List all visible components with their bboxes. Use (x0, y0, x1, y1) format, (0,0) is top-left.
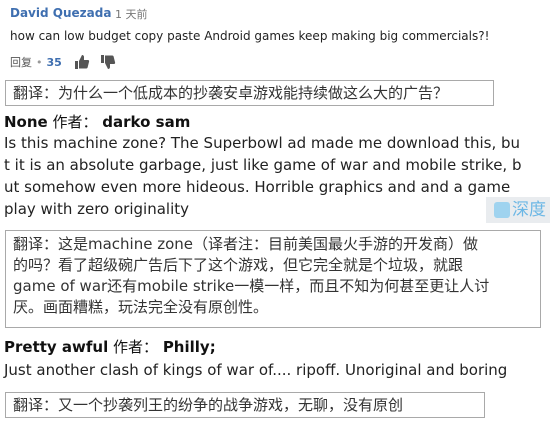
translation-2-line: 的吗？看了超级碗广告后下了这个游戏，但它完全就是个垃圾，就跟 (13, 256, 464, 274)
translation-text-3: 翻译：又一个抄袭列王的纷争的战争游戏，无聊，没有原创 (13, 396, 404, 414)
comment-2-line: ut somehow even more hideous. Horrible g… (4, 178, 511, 196)
translation-box-2: 翻译：这是machine zone（译者注：目前美国最火手游的开发商）做 的吗？… (5, 230, 541, 328)
comment-3-username: Pretty awful (4, 338, 109, 356)
comment-3-body: Just another clash of kings of war of...… (4, 361, 508, 379)
translation-box-3: 翻译：又一个抄袭列王的纷争的战争游戏，无聊，没有原创 (5, 392, 485, 418)
watermark-text: 深度 (512, 200, 546, 220)
watermark-logo-icon (494, 202, 510, 218)
comment-2-line: play with zero originality (4, 200, 189, 218)
translation-2-line: 翻译：这是machine zone（译者注：目前美国最火手游的开发商）做 (13, 235, 479, 253)
comment-time: 1 天前 (115, 8, 148, 21)
comment-2-line: t it is an absolute garbage, just like g… (4, 156, 522, 174)
comment-2-author: darko sam (102, 113, 191, 131)
translation-2-line: game of war还有mobile strike一模一样，而且不知为何甚至更… (13, 277, 490, 295)
comment-3-header: Pretty awful 作者： Philly; (4, 336, 216, 357)
comment-2-header: None 作者： darko sam (4, 111, 190, 132)
thumbs-down-icon[interactable] (100, 54, 116, 70)
comment-2-line: Is this machine zone? The Superbowl ad m… (4, 134, 521, 152)
separator-dot: • (36, 55, 43, 69)
youtube-comment: David Quezada 1 天前 how can low budget co… (0, 0, 550, 78)
comment-3-author-label: 作者： (113, 338, 159, 356)
comment-text: how can low budget copy paste Android ga… (10, 29, 490, 43)
translation-box-1: 翻译：为什么一个低成本的抄袭安卓游戏能持续做这么大的广告？ (5, 80, 494, 106)
comment-2-username: None (4, 113, 48, 131)
comment-2-body: Is this machine zone? The Superbowl ad m… (4, 132, 549, 220)
like-count: 35 (46, 55, 62, 69)
thumbs-up-icon[interactable] (74, 54, 90, 70)
comment-author[interactable]: David Quezada (10, 6, 111, 20)
comment-2-author-label: 作者： (52, 113, 98, 131)
reply-button[interactable]: 回复 (10, 54, 32, 70)
comment-3-author: Philly; (162, 338, 216, 356)
watermark: 深度 (486, 197, 550, 223)
translation-2-line: 厌。画面糟糕，玩法完全没有原创性。 (13, 298, 269, 316)
comment-actions: 回复 • 35 (10, 53, 126, 71)
translation-text-1: 翻译：为什么一个低成本的抄袭安卓游戏能持续做这么大的广告？ (13, 84, 449, 102)
